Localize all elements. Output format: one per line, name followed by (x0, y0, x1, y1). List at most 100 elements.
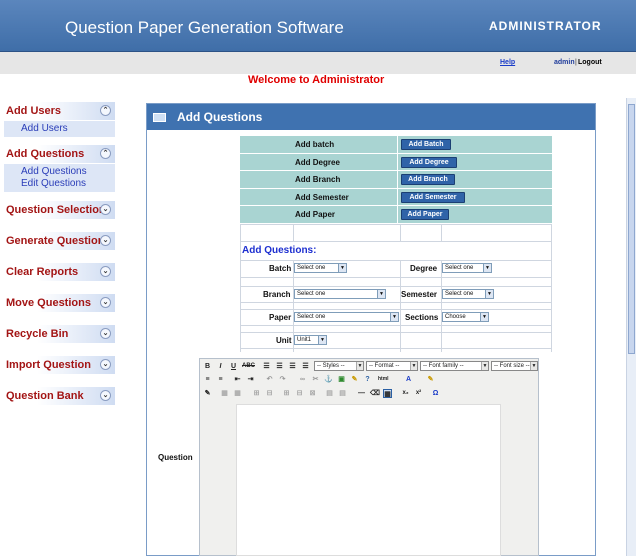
chevron-down-icon[interactable]: ⌄ (100, 297, 111, 308)
sidebar-section-import-question[interactable]: Import Question ⌄ (4, 356, 115, 374)
align-right-icon[interactable]: ☰ (288, 362, 297, 371)
divider (240, 277, 552, 278)
sidebar-section-add-questions[interactable]: Add Questions ⌃ (4, 145, 115, 163)
visual-aid-icon[interactable]: ▦ (383, 389, 392, 398)
semester-select[interactable]: Select one ▼ (442, 289, 494, 299)
dropdown-arrow-icon: ▼ (483, 264, 491, 272)
branch-select[interactable]: Select one ▼ (294, 289, 386, 299)
align-center-icon[interactable]: ☰ (275, 362, 284, 371)
sidebar-section-recycle-bin[interactable]: Recycle Bin ⌄ (4, 325, 115, 343)
insert-row-icon[interactable]: ⊞ (252, 389, 261, 398)
sidebar-item-edit-questions[interactable]: Edit Questions (4, 178, 115, 190)
strikethrough-icon[interactable]: ABC (242, 362, 255, 371)
underline-icon[interactable]: U (229, 362, 238, 371)
undo-icon[interactable]: ↶ (265, 375, 274, 384)
sidebar-section-question-bank[interactable]: Question Bank ⌄ (4, 387, 115, 405)
sidebar-submenu-add-users: Add Users (4, 121, 115, 137)
page-scrollbar[interactable] (626, 98, 636, 556)
redo-icon[interactable]: ↷ (278, 375, 287, 384)
chevron-up-icon[interactable]: ⌃ (100, 105, 111, 116)
bold-icon[interactable]: B (203, 362, 212, 371)
chevron-down-icon[interactable]: ⌄ (100, 359, 111, 370)
align-justify-icon[interactable]: ☰ (301, 362, 310, 371)
outdent-icon[interactable]: ⇤ (233, 375, 242, 384)
sidebar-item-add-questions[interactable]: Add Questions (4, 166, 115, 178)
anchor-icon[interactable]: ⚓ (324, 375, 333, 384)
divider (240, 302, 552, 303)
delete-row-icon[interactable]: ⊟ (265, 389, 274, 398)
subscript-icon[interactable]: x₂ (401, 389, 410, 398)
sidebar-item-add-users[interactable]: Add Users (4, 123, 115, 135)
sidebar-section-move-questions[interactable]: Move Questions ⌄ (4, 294, 115, 312)
highlight-color-icon[interactable]: ✎ (426, 375, 435, 384)
current-user: admin (554, 59, 575, 66)
link-icon[interactable]: ∞ (298, 375, 307, 384)
numbered-list-icon[interactable]: ≡ (216, 375, 225, 384)
styles-dropdown[interactable]: -- Styles -- ▼ (314, 361, 364, 371)
sidebar-submenu-add-questions: Add Questions Edit Questions (4, 164, 115, 192)
add-paper-button[interactable]: Add Paper (401, 209, 449, 220)
sidebar-section-label: Generate Question (6, 235, 105, 247)
sidebar-section-label: Move Questions (6, 297, 91, 309)
batch-select[interactable]: Select one ▼ (294, 263, 347, 273)
horizontal-rule-icon[interactable]: — (357, 389, 366, 398)
styles-dropdown-label: -- Styles -- (317, 363, 345, 369)
row-label: Add Branch (295, 175, 341, 184)
chevron-down-icon[interactable]: ⌄ (100, 235, 111, 246)
font-size-dropdown[interactable]: -- Font size -- ▼ (491, 361, 538, 371)
edit-icon[interactable]: ✎ (203, 389, 212, 398)
chevron-up-icon[interactable]: ⌃ (100, 148, 111, 159)
help-icon[interactable]: ? (363, 375, 372, 384)
sidebar-section-clear-reports[interactable]: Clear Reports ⌄ (4, 263, 115, 281)
separator: | (575, 59, 577, 66)
batch-label: Batch (269, 264, 292, 273)
add-degree-button[interactable]: Add Degree (401, 156, 457, 168)
sidebar-section-question-selection[interactable]: Question Selection ⌄ (4, 201, 115, 219)
cell-props-icon[interactable]: ▤ (338, 389, 347, 398)
align-left-icon[interactable]: ☰ (262, 362, 271, 371)
paper-select-value: Select one (297, 314, 326, 320)
format-dropdown[interactable]: -- Format -- ▼ (366, 361, 418, 371)
logout-link[interactable]: Logout (578, 59, 602, 66)
insert-col-icon[interactable]: ⊞ (282, 389, 291, 398)
superscript-icon[interactable]: x² (414, 389, 423, 398)
chevron-down-icon[interactable]: ⌄ (100, 266, 111, 277)
text-color-icon[interactable]: A (404, 375, 413, 384)
bullet-list-icon[interactable]: ≡ (203, 375, 212, 384)
chevron-down-icon[interactable]: ⌄ (100, 204, 111, 215)
unit-select[interactable]: Unit1 ▼ (294, 335, 327, 345)
special-char-icon[interactable]: Ω (431, 389, 440, 398)
sidebar-section-generate-question[interactable]: Generate Question ⌄ (4, 232, 115, 250)
sections-select[interactable]: Choose ▼ (442, 312, 489, 322)
degree-select[interactable]: Select one ▼ (442, 263, 492, 273)
image-icon[interactable]: ▣ (337, 375, 346, 384)
scrollbar-thumb[interactable] (628, 104, 635, 354)
merge-cell-icon[interactable]: ▤ (325, 389, 334, 398)
sidebar-section-label: Question Bank (6, 390, 84, 402)
chevron-down-icon[interactable]: ⌄ (100, 390, 111, 401)
cleanup-icon[interactable]: ✎ (350, 375, 359, 384)
delete-col-icon[interactable]: ⊟ (295, 389, 304, 398)
indent-icon[interactable]: ⇥ (246, 375, 255, 384)
table-icon[interactable]: ▦ (220, 389, 229, 398)
dropdown-arrow-icon: ▼ (481, 362, 488, 370)
split-cell-icon[interactable]: ⊠ (308, 389, 317, 398)
unlink-icon[interactable]: ✂ (311, 375, 320, 384)
sidebar-section-label: Recycle Bin (6, 328, 69, 340)
editor-body[interactable] (236, 404, 501, 556)
chevron-down-icon[interactable]: ⌄ (100, 328, 111, 339)
font-family-dropdown[interactable]: -- Font family -- ▼ (420, 361, 489, 371)
add-batch-button[interactable]: Add Batch (401, 139, 451, 150)
italic-icon[interactable]: I (216, 362, 225, 371)
sidebar-section-add-users[interactable]: Add Users ⌃ (4, 102, 115, 120)
add-semester-button[interactable]: Add Semester (401, 191, 465, 203)
dropdown-arrow-icon: ▼ (338, 264, 346, 272)
panel-header: Add Questions (147, 104, 595, 130)
paper-select[interactable]: Select one ▼ (294, 312, 399, 322)
add-branch-button[interactable]: Add Branch (401, 174, 455, 185)
divider (240, 348, 552, 349)
remove-format-icon[interactable]: ⌫ (370, 389, 380, 398)
help-link[interactable]: Help (500, 59, 515, 66)
table-props-icon[interactable]: ▦ (233, 389, 242, 398)
html-source-icon[interactable]: html (378, 375, 389, 384)
